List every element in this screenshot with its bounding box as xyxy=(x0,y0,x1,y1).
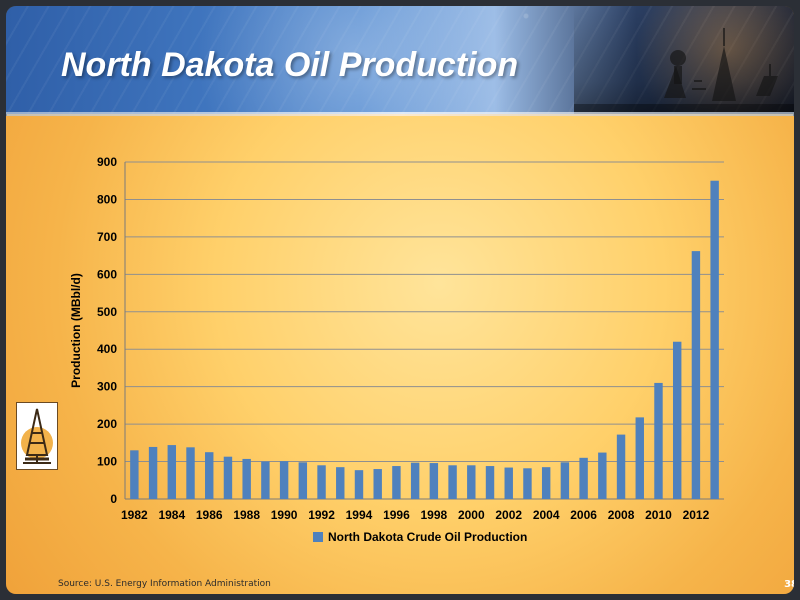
y-tick-label: 400 xyxy=(97,342,117,356)
x-tick-label: 1988 xyxy=(233,508,260,522)
bar xyxy=(392,466,401,499)
x-tick-label: 2010 xyxy=(645,508,672,522)
y-tick-label: 800 xyxy=(97,192,117,206)
bar xyxy=(429,463,439,499)
slide-header: North Dakota Oil Production xyxy=(6,6,794,114)
x-tick-label: 2000 xyxy=(458,508,485,522)
y-tick-label: 600 xyxy=(97,267,117,281)
bar xyxy=(504,467,513,499)
x-tick-label: 2012 xyxy=(683,508,710,522)
bar xyxy=(560,462,570,499)
x-tick-label: 2008 xyxy=(608,508,635,522)
bar xyxy=(654,382,663,499)
oil-derrick-logo-icon xyxy=(21,408,53,464)
oilfield-photo xyxy=(574,6,794,114)
bar xyxy=(410,462,420,499)
bar xyxy=(186,447,195,499)
bar xyxy=(205,452,214,499)
y-tick-label: 0 xyxy=(110,492,117,506)
legend-label: North Dakota Crude Oil Production xyxy=(328,530,527,544)
y-tick-label: 700 xyxy=(97,230,117,244)
bar xyxy=(279,461,289,499)
y-tick-label: 500 xyxy=(97,305,117,319)
bar xyxy=(354,470,364,499)
slide-frame: North Dakota Oil Production 0 100 200 300 40… xyxy=(6,6,794,594)
y-tick-label: 300 xyxy=(97,380,117,394)
x-tick-label: 1982 xyxy=(121,508,148,522)
bar xyxy=(298,462,308,499)
x-tick-label: 1994 xyxy=(346,508,373,522)
bar-chart: 0 100 200 300 400 500 600 700 800 900 1982 1984 1986… xyxy=(69,155,724,544)
bar xyxy=(223,456,233,499)
bar xyxy=(167,445,177,499)
bar xyxy=(691,251,701,499)
slide-content: 0 100 200 300 400 500 600 700 800 900 1982 1984 1986… xyxy=(6,116,794,594)
x-tick-label: 1984 xyxy=(158,508,185,522)
bar xyxy=(148,446,158,499)
y-tick-label: 100 xyxy=(97,455,117,469)
bar xyxy=(336,467,345,499)
x-tick-label: 2004 xyxy=(533,508,560,522)
bar xyxy=(448,465,457,499)
bar xyxy=(373,469,382,499)
legend-swatch xyxy=(313,532,323,542)
bar xyxy=(485,466,495,499)
bar xyxy=(672,341,682,499)
bar xyxy=(579,457,588,499)
x-tick-label: 1992 xyxy=(308,508,335,522)
bar xyxy=(242,458,251,499)
bar xyxy=(261,461,270,499)
bar xyxy=(616,434,626,499)
bar xyxy=(710,180,719,499)
x-tick-label: 1996 xyxy=(383,508,410,522)
x-tick-label: 1986 xyxy=(196,508,223,522)
x-tick-label: 1998 xyxy=(421,508,448,522)
x-tick-label: 2006 xyxy=(570,508,597,522)
x-tick-label: 1990 xyxy=(271,508,298,522)
bar xyxy=(541,467,551,499)
source-note: Source: U.S. Energy Information Administ… xyxy=(58,579,271,589)
y-tick-label: 200 xyxy=(97,417,117,431)
bar xyxy=(467,465,476,499)
bar xyxy=(130,450,139,499)
y-axis-label: Production (MBbl/d) xyxy=(69,273,83,388)
page-number: 38 xyxy=(784,579,794,590)
oilfield-illustration xyxy=(574,28,794,114)
slide-title: North Dakota Oil Production xyxy=(61,46,519,84)
bar xyxy=(598,452,607,499)
bar xyxy=(317,465,326,499)
bar xyxy=(523,468,532,499)
bar xyxy=(635,417,644,499)
x-tick-label: 2002 xyxy=(495,508,522,522)
company-logo xyxy=(16,402,58,470)
y-tick-label: 900 xyxy=(97,155,117,169)
